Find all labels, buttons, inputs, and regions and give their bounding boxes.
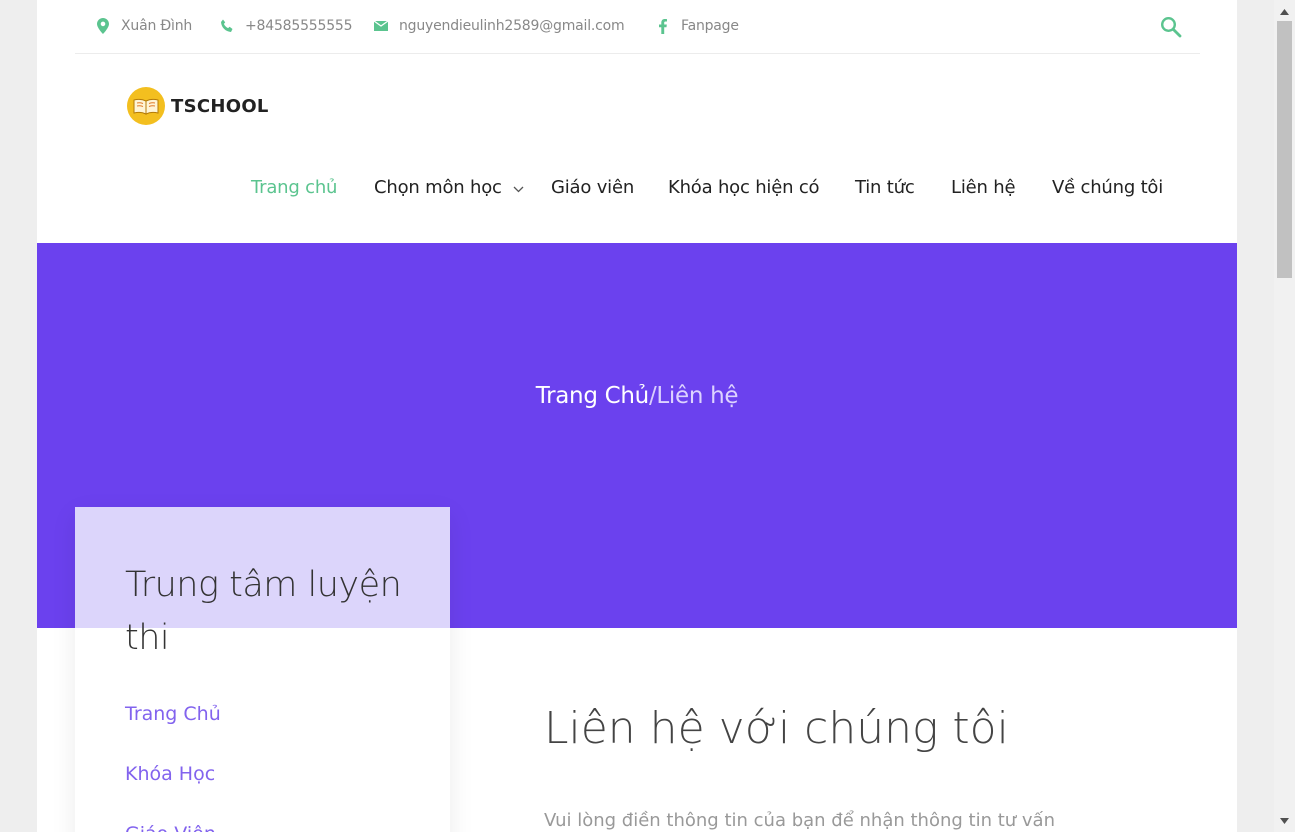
email-item[interactable]: nguyendieulinh2589@gmail.com xyxy=(373,0,625,52)
page: Xuân Đình +84585555555 nguyendieulinh258… xyxy=(37,0,1237,832)
fanpage-item[interactable]: Fanpage xyxy=(655,0,739,52)
breadcrumb-current: Liên hệ xyxy=(656,383,739,409)
nav-subjects[interactable]: Chọn môn học xyxy=(374,170,524,206)
phone-item[interactable]: +84585555555 xyxy=(219,0,353,52)
email-text: nguyendieulinh2589@gmail.com xyxy=(399,18,625,34)
scrollbar-thumb[interactable] xyxy=(1277,21,1292,278)
breadcrumb: Trang Chủ/Liên hệ xyxy=(37,383,1237,409)
nav-about[interactable]: Về chúng tôi xyxy=(1052,170,1163,206)
logo-text: TSCHOOL xyxy=(171,95,269,117)
nav-courses[interactable]: Khóa học hiện có xyxy=(668,170,820,206)
main-nav: Trang chủ Chọn môn học Giáo viên Khóa họ… xyxy=(37,170,1237,206)
nav-subjects-label: Chọn môn học xyxy=(374,177,502,198)
address-text: Xuân Đình xyxy=(121,18,193,34)
sidebar-link-teachers[interactable]: Giáo Viên xyxy=(125,823,216,832)
sidebar-title: Trung tâm luyện thi xyxy=(125,565,402,658)
sidebar-card: Trung tâm luyện thi Trang Chủ Khóa Học G… xyxy=(75,507,450,832)
contact-description: Vui lòng điền thông tin của bạn để nhận … xyxy=(544,810,1055,831)
facebook-icon xyxy=(655,18,671,34)
nav-contact[interactable]: Liên hệ xyxy=(951,170,1016,206)
logo[interactable]: TSCHOOL xyxy=(127,87,269,125)
phone-icon xyxy=(219,18,235,34)
contact-title: Liên hệ với chúng tôi xyxy=(544,703,1009,754)
vertical-scrollbar[interactable] xyxy=(1274,0,1295,832)
nav-teachers[interactable]: Giáo viên xyxy=(551,170,634,206)
book-logo-icon xyxy=(127,87,165,125)
nav-news[interactable]: Tin tức xyxy=(855,170,915,206)
fanpage-text: Fanpage xyxy=(681,18,739,34)
map-pin-icon xyxy=(95,18,111,34)
breadcrumb-home[interactable]: Trang Chủ xyxy=(536,383,650,409)
chevron-down-icon xyxy=(513,170,524,206)
address-item: Xuân Đình xyxy=(95,0,192,52)
sidebar-link-courses[interactable]: Khóa Học xyxy=(125,763,215,785)
nav-home[interactable]: Trang chủ xyxy=(251,170,337,206)
phone-text: +84585555555 xyxy=(245,18,353,34)
scroll-down-arrow-icon[interactable] xyxy=(1274,812,1295,829)
search-icon[interactable] xyxy=(1160,16,1182,38)
sidebar-link-home[interactable]: Trang Chủ xyxy=(125,703,221,725)
top-bar: Xuân Đình +84585555555 nguyendieulinh258… xyxy=(75,0,1200,54)
mail-icon xyxy=(373,18,389,34)
scroll-up-arrow-icon[interactable] xyxy=(1274,3,1295,20)
